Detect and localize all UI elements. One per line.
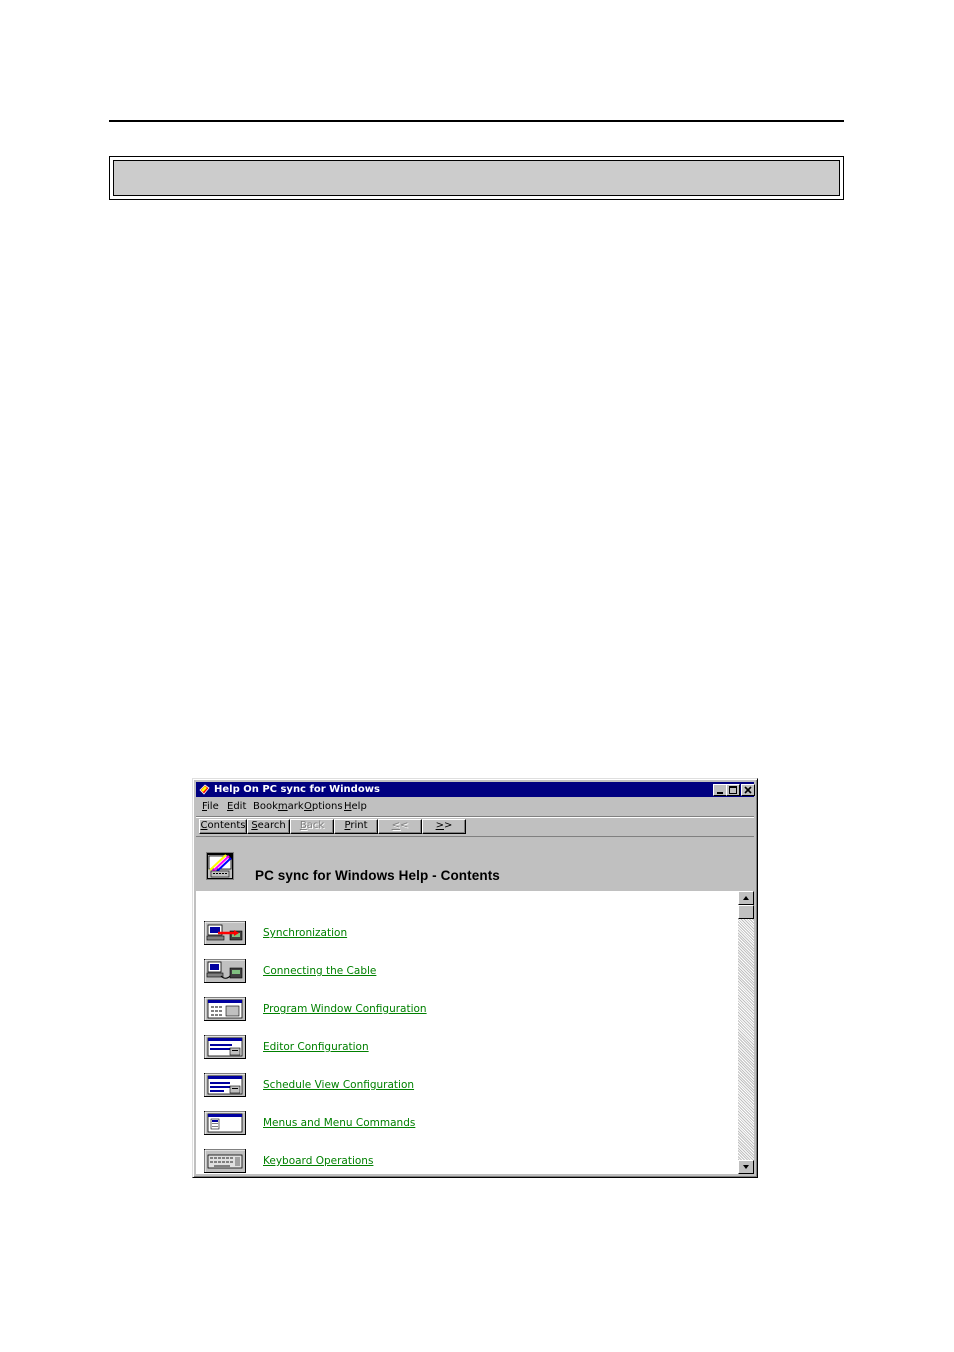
scroll-thumb[interactable] <box>738 905 754 919</box>
help-window: Help On PC sync for Windows File Edit Bo… <box>192 778 758 1178</box>
back-button[interactable]: Back <box>290 819 334 834</box>
browse-previous-button[interactable]: << <box>378 819 422 834</box>
window-title: Help On PC sync for Windows <box>214 784 380 795</box>
list-item[interactable]: Connecting the Cable <box>204 959 704 985</box>
cable-icon[interactable] <box>204 959 246 983</box>
arrow-down-icon <box>743 1165 749 1169</box>
close-button[interactable] <box>741 784 755 796</box>
browse-next-button[interactable]: >> <box>422 819 466 834</box>
search-button[interactable]: Search <box>247 819 290 834</box>
topic-link[interactable]: Keyboard Operations <box>263 1155 373 1167</box>
vertical-scrollbar[interactable] <box>738 891 754 1174</box>
contents-button[interactable]: Contents <box>199 819 247 834</box>
menu-icon[interactable] <box>204 1111 246 1135</box>
list-item[interactable]: Editor Configuration <box>204 1035 704 1061</box>
section-header-box <box>109 156 844 200</box>
toolbar: Contents Search Back Print << >> <box>196 816 754 836</box>
contents-book-icon <box>206 852 234 880</box>
minimize-button[interactable] <box>713 784 727 796</box>
scroll-up-button[interactable] <box>738 891 754 905</box>
top-rule <box>109 120 844 122</box>
schedule-config-icon[interactable] <box>204 1073 246 1097</box>
menu-bookmark[interactable]: Bookmark <box>253 800 304 813</box>
scroll-down-button[interactable] <box>738 1160 754 1174</box>
topic-link[interactable]: Program Window Configuration <box>263 1003 427 1015</box>
print-button[interactable]: Print <box>334 819 378 834</box>
topic-link[interactable]: Synchronization <box>263 927 347 939</box>
maximize-button[interactable] <box>726 784 740 796</box>
topic-link[interactable]: Editor Configuration <box>263 1041 369 1053</box>
list-item[interactable]: Schedule View Configuration <box>204 1073 704 1099</box>
menu-options[interactable]: Options <box>304 800 343 813</box>
close-icon <box>744 786 752 794</box>
arrow-up-icon <box>743 896 749 900</box>
menu-bar: File Edit Bookmark Options Help <box>196 798 754 815</box>
topic-link[interactable]: Schedule View Configuration <box>263 1079 414 1091</box>
maximize-icon <box>729 786 737 794</box>
list-item[interactable]: Program Window Configuration <box>204 997 704 1023</box>
keyboard-icon[interactable] <box>204 1149 246 1173</box>
contents-header: PC sync for Windows Help - Contents <box>196 836 754 892</box>
section-header-box-inner <box>113 160 840 196</box>
window-config-icon[interactable] <box>204 997 246 1021</box>
topic-link[interactable]: Menus and Menu Commands <box>263 1117 415 1129</box>
list-item[interactable]: Menus and Menu Commands <box>204 1111 704 1137</box>
contents-title: PC sync for Windows Help - Contents <box>255 868 500 883</box>
list-item[interactable]: Synchronization <box>204 921 704 947</box>
minimize-icon <box>717 792 723 794</box>
title-bar[interactable]: Help On PC sync for Windows <box>196 782 755 797</box>
list-item[interactable]: Keyboard Operations <box>204 1149 704 1174</box>
sync-icon[interactable] <box>204 921 246 945</box>
menu-edit[interactable]: Edit <box>227 800 246 813</box>
menu-help[interactable]: Help <box>344 800 367 813</box>
help-app-icon[interactable] <box>199 784 210 795</box>
topic-link[interactable]: Connecting the Cable <box>263 965 376 977</box>
topic-list: Synchronization Connecting the Cable Pro… <box>196 891 738 1174</box>
editor-config-icon[interactable] <box>204 1035 246 1059</box>
menu-file[interactable]: File <box>202 800 219 813</box>
